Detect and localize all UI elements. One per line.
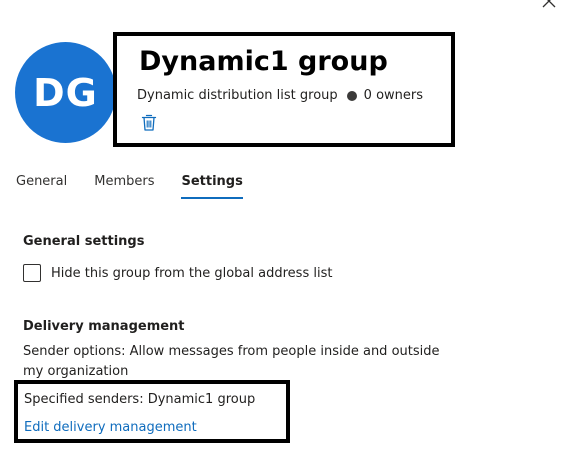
close-icon[interactable]	[542, 0, 556, 8]
tab-settings[interactable]: Settings	[181, 174, 244, 199]
general-settings-heading: General settings	[23, 234, 145, 249]
tab-general[interactable]: General	[16, 174, 67, 199]
specified-senders-text: Specified senders: Dynamic1 group	[24, 392, 256, 407]
tab-bar: General Members Settings	[16, 174, 270, 199]
edit-delivery-management-link[interactable]: Edit delivery management	[24, 420, 197, 435]
page-title: Dynamic1 group	[139, 46, 388, 77]
tab-members[interactable]: Members	[94, 174, 154, 199]
hide-from-gal-label: Hide this group from the global address …	[51, 265, 333, 281]
owners-count: 0 owners	[363, 88, 424, 103]
hide-from-gal-row: Hide this group from the global address …	[23, 264, 332, 282]
specified-senders-highlight: Specified senders: Dynamic1 group Edit d…	[14, 380, 290, 443]
avatar: DG	[15, 42, 116, 143]
delivery-management-heading: Delivery management	[23, 319, 185, 334]
group-header-highlight: Dynamic1 group Dynamic distribution list…	[113, 32, 455, 147]
group-meta: Dynamic distribution list group 0 owners	[137, 88, 423, 103]
avatar-initials: DG	[33, 70, 98, 115]
hide-from-gal-checkbox[interactable]	[23, 264, 41, 282]
group-details-panel: DG Dynamic1 group Dynamic distribution l…	[0, 0, 564, 470]
group-type-label: Dynamic distribution list group	[137, 88, 338, 103]
trash-icon[interactable]	[141, 114, 157, 132]
separator-dot-icon	[346, 90, 357, 101]
sender-options-text: Sender options: Allow messages from peop…	[23, 344, 440, 379]
